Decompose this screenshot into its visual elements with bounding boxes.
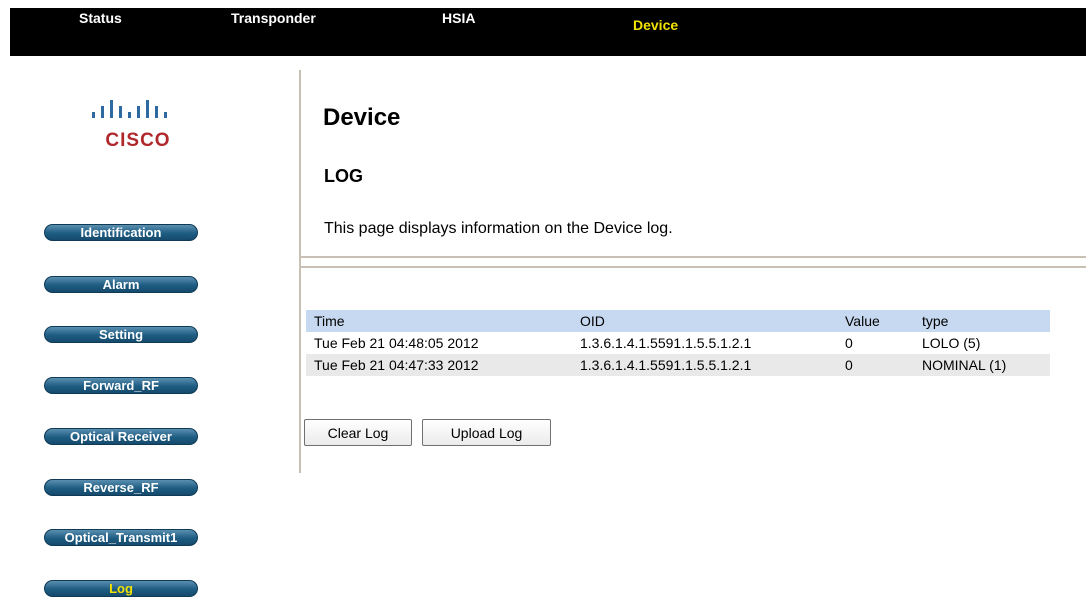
logo-wordmark: CISCO (105, 130, 171, 151)
column-header-value: Value (845, 313, 880, 329)
table-row: Tue Feb 21 04:47:33 2012 1.3.6.1.4.1.559… (306, 354, 1050, 376)
sidebar-item-optical-transmit1[interactable]: Optical_Transmit1 (44, 529, 198, 546)
sidebar-item-forward-rf[interactable]: Forward_RF (44, 377, 198, 394)
cell-type: LOLO (5) (922, 335, 981, 351)
sidebar-item-reverse-rf[interactable]: Reverse_RF (44, 479, 198, 496)
horizontal-divider (301, 256, 1086, 268)
log-table: Time OID Value type Tue Feb 21 04:48:05 … (306, 310, 1050, 376)
column-header-oid: OID (580, 313, 605, 329)
cell-oid: 1.3.6.1.4.1.5591.1.5.5.1.2.1 (580, 357, 752, 373)
clear-log-button[interactable]: Clear Log (304, 419, 412, 446)
vertical-divider (299, 70, 301, 473)
section-title: LOG (324, 166, 363, 186)
cisco-logo: CISCO (92, 100, 188, 156)
table-header-row: Time OID Value type (306, 310, 1050, 332)
table-row: Tue Feb 21 04:48:05 2012 1.3.6.1.4.1.559… (306, 332, 1050, 354)
top-nav-bar: Status Transponder HSIA Device (10, 8, 1086, 56)
sidebar-item-log[interactable]: Log (44, 580, 198, 597)
sidebar-item-alarm[interactable]: Alarm (44, 276, 198, 293)
page-title: Device (323, 104, 401, 131)
cell-type: NOMINAL (1) (922, 357, 1007, 373)
cell-value: 0 (845, 357, 853, 373)
cisco-bars-logo-icon (92, 100, 167, 118)
column-header-type: type (922, 313, 949, 329)
cell-oid: 1.3.6.1.4.1.5591.1.5.5.1.2.1 (580, 335, 752, 351)
cell-value: 0 (845, 335, 853, 351)
tab-device[interactable]: Device (633, 17, 678, 33)
tab-status[interactable]: Status (79, 10, 122, 26)
tab-hsia[interactable]: HSIA (442, 10, 475, 26)
cell-time: Tue Feb 21 04:47:33 2012 (314, 357, 479, 373)
sidebar-item-optical-receiver[interactable]: Optical Receiver (44, 428, 198, 445)
page-description: This page displays information on the De… (324, 220, 673, 237)
cell-time: Tue Feb 21 04:48:05 2012 (314, 335, 479, 351)
sidebar-item-setting[interactable]: Setting (44, 326, 198, 343)
upload-log-button[interactable]: Upload Log (422, 419, 551, 446)
sidebar-item-identification[interactable]: Identification (44, 224, 198, 241)
column-header-time: Time (314, 313, 345, 329)
tab-transponder[interactable]: Transponder (231, 10, 316, 26)
